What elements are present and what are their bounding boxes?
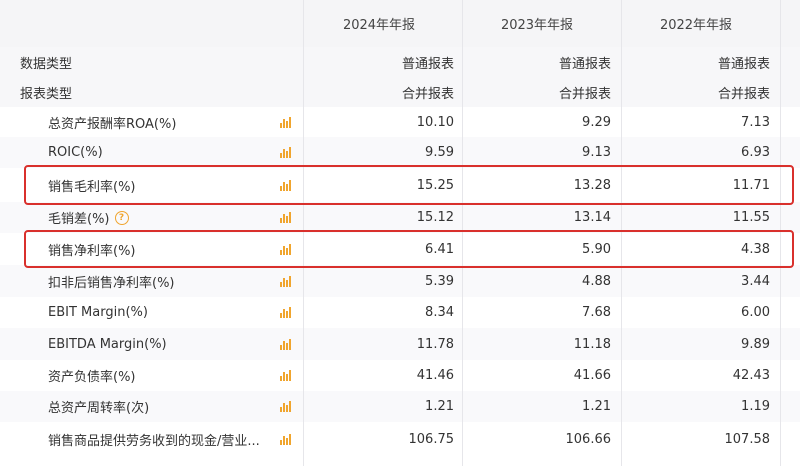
question-icon[interactable]: ?: [114, 210, 129, 225]
row-label-text: 总资产周转率(次): [48, 401, 150, 416]
cell-value: 合并报表: [717, 86, 770, 102]
cell-value: 8.34: [425, 305, 454, 320]
row-label-text: EBITDA Margin(%): [48, 336, 167, 352]
cell-value: 5.39: [425, 273, 454, 289]
cell-value: 15.12: [416, 210, 454, 225]
table-row: 毛销差(%)? 15.12 13.14 11.55: [0, 202, 800, 233]
table-header: 2024年年报 2023年年报 2022年年报: [0, 0, 800, 47]
financial-indicators-table: 2024年年报 2023年年报 2022年年报 数据类型 普通报表 普通报表 普…: [0, 0, 800, 456]
bar-chart-icon[interactable]: [270, 328, 300, 360]
table-row: EBIT Margin(%) 8.34 7.68 6.00: [0, 297, 800, 328]
row-label-text: ROIC(%): [48, 145, 103, 160]
cell-value: 9.59: [425, 145, 454, 160]
row-label-text: 销售商品提供劳务收到的现金/营业...: [48, 433, 260, 449]
cell-value: 41.46: [416, 368, 454, 383]
table-row: 资产负债率(%) 41.46 41.66 42.43: [0, 360, 800, 391]
cell-value: 7.13: [741, 114, 770, 130]
year-header-2023[interactable]: 2023年年报: [463, 0, 611, 47]
cell-value: 7.68: [582, 305, 611, 320]
cell-value: 41.66: [573, 368, 611, 383]
cell-value: 107.58: [724, 431, 771, 447]
row-label-text: 资产负债率(%): [48, 370, 136, 385]
cell-value: 合并报表: [401, 86, 454, 102]
cell-value: 13.14: [573, 210, 611, 225]
bar-chart-icon[interactable]: [270, 107, 300, 137]
cell-value: 9.13: [582, 145, 611, 160]
cell-value: 42.43: [732, 368, 770, 383]
table-row: 销售商品提供劳务收到的现金/营业... 106.75 106.66 107.58: [0, 422, 800, 456]
highlight-box-net-margin: [24, 230, 794, 268]
table-row: 报表类型 合并报表 合并报表 合并报表: [0, 77, 800, 107]
bar-chart-icon[interactable]: [270, 202, 300, 233]
cell-value: 10.10: [416, 114, 454, 130]
row-label: 数据类型: [20, 56, 73, 72]
cell-value: 合并报表: [558, 86, 611, 102]
cell-value: 3.44: [741, 273, 770, 289]
row-label: 报表类型: [20, 86, 73, 102]
table-row: 扣非后销售净利率(%) 5.39 4.88 3.44: [0, 265, 800, 297]
row-label-text: 毛销差(%): [48, 212, 110, 227]
cell-value: 11.78: [416, 336, 454, 352]
table-row: ROIC(%) 9.59 9.13 6.93: [0, 137, 800, 168]
row-label-text: EBIT Margin(%): [48, 305, 148, 320]
year-header-2024[interactable]: 2024年年报: [304, 0, 454, 47]
bar-chart-icon[interactable]: [270, 137, 300, 168]
cell-value: 4.88: [582, 273, 611, 289]
bar-chart-icon[interactable]: [270, 265, 300, 297]
cell-value: 9.29: [582, 114, 611, 130]
cell-value: 1.21: [425, 399, 454, 414]
cell-value: 11.18: [573, 336, 611, 352]
cell-value: 106.75: [408, 431, 455, 447]
cell-value: 1.21: [582, 399, 611, 414]
cell-value: 普通报表: [558, 56, 611, 72]
cell-value: 106.66: [565, 431, 612, 447]
row-label-text: 扣非后销售净利率(%): [48, 275, 175, 291]
cell-value: 普通报表: [401, 56, 454, 72]
row-label-text: 总资产报酬率ROA(%): [48, 116, 177, 132]
bar-chart-icon[interactable]: [270, 422, 300, 456]
cell-value: 6.93: [741, 145, 770, 160]
cell-value: 1.19: [741, 399, 770, 414]
cell-value: 11.55: [732, 210, 770, 225]
table-row: EBITDA Margin(%) 11.78 11.18 9.89: [0, 328, 800, 360]
table-row: 数据类型 普通报表 普通报表 普通报表: [0, 47, 800, 77]
year-header-2022[interactable]: 2022年年报: [622, 0, 770, 47]
cell-value: 普通报表: [717, 56, 770, 72]
highlight-box-gross-margin: [24, 165, 794, 205]
table-row: 总资产周转率(次) 1.21 1.21 1.19: [0, 391, 800, 422]
bar-chart-icon[interactable]: [270, 297, 300, 328]
bar-chart-icon[interactable]: [270, 360, 300, 391]
bar-chart-icon[interactable]: [270, 391, 300, 422]
table-row: 总资产报酬率ROA(%) 10.10 9.29 7.13: [0, 107, 800, 137]
cell-value: 9.89: [741, 336, 770, 352]
cell-value: 6.00: [741, 305, 770, 320]
